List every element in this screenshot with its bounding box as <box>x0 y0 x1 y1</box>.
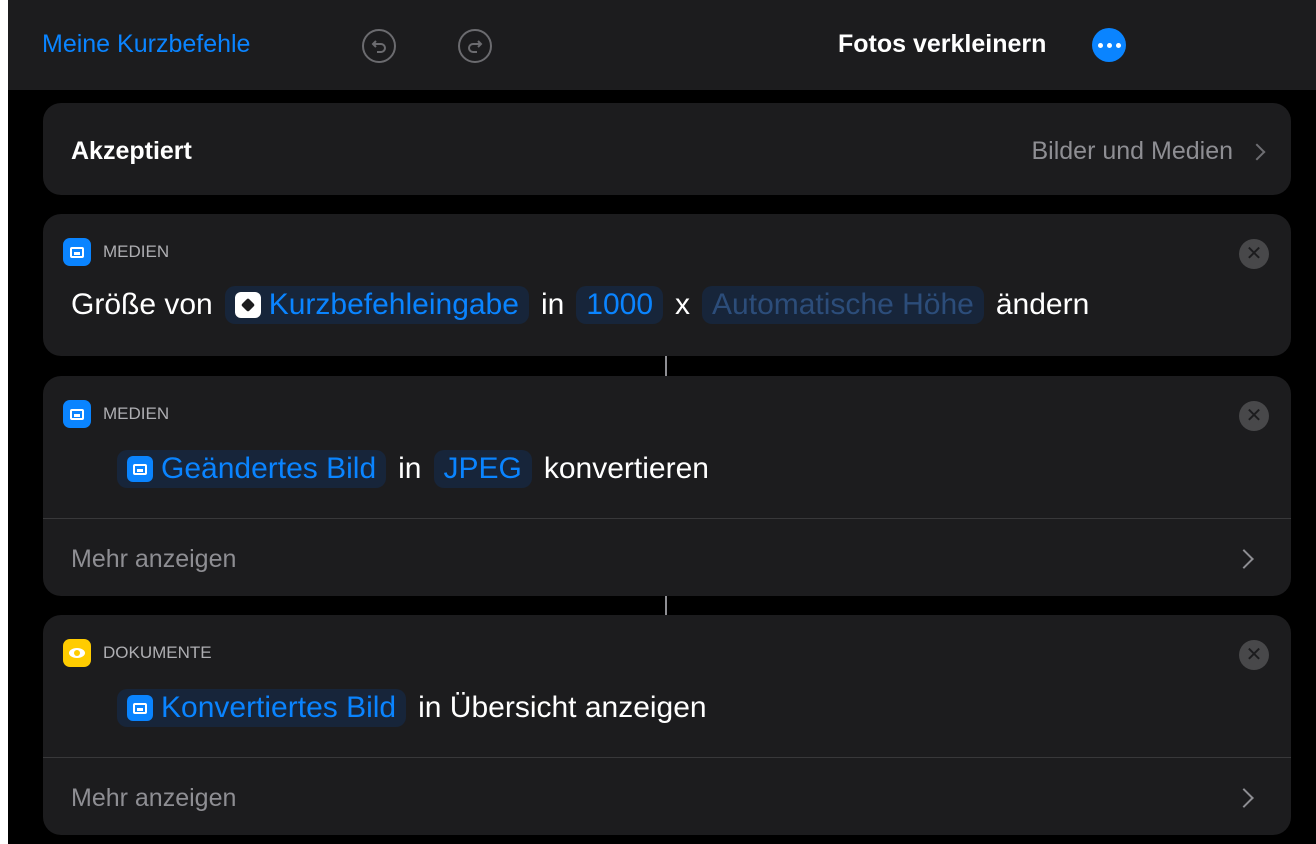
media-icon <box>63 238 91 266</box>
action-text: Größe von <box>71 288 213 321</box>
navigation-bar: Meine Kurzbefehle Fotos verkleinern <box>8 0 1316 90</box>
category-label: DOKUMENTE <box>103 643 212 662</box>
action-text: in <box>540 288 565 321</box>
action-category: MEDIEN <box>63 238 169 266</box>
variable-token-converted-image[interactable]: Konvertiertes Bild <box>117 689 407 727</box>
accepts-label: Akzeptiert <box>71 137 192 165</box>
back-button[interactable]: Meine Kurzbefehle <box>42 30 250 59</box>
eye-icon <box>63 639 91 667</box>
action-parameters: Geändertes Bild in JPEG konvertieren <box>117 450 709 488</box>
undo-icon[interactable] <box>362 29 396 63</box>
redo-icon[interactable] <box>458 29 492 63</box>
variable-token-label: Konvertiertes Bild <box>161 691 397 724</box>
action-card-convert: MEDIEN ✕ Geändertes Bild in JPEG konvert… <box>43 376 1291 596</box>
show-more-label: Mehr anzeigen <box>71 784 237 812</box>
image-icon <box>127 456 153 482</box>
format-parameter[interactable]: JPEG <box>433 450 532 488</box>
remove-action-icon[interactable]: ✕ <box>1239 239 1269 269</box>
action-text: ändern <box>995 288 1090 321</box>
action-parameters: Größe von Kurzbefehleingabe in 1000 x Au… <box>71 286 1089 324</box>
media-icon <box>63 400 91 428</box>
action-text: in Übersicht anzeigen <box>418 691 707 724</box>
remove-action-icon[interactable]: ✕ <box>1239 401 1269 431</box>
variable-token-shortcut-input[interactable]: Kurzbefehleingabe <box>224 286 529 324</box>
accepts-row[interactable]: Akzeptiert Bilder und Medien <box>43 103 1291 195</box>
shortcut-title[interactable]: Fotos verkleinern <box>838 30 1046 59</box>
screen-edge <box>0 0 8 844</box>
variable-token-label: Geändertes Bild <box>161 452 377 485</box>
action-parameters: Konvertiertes Bild in Übersicht anzeigen <box>117 689 707 727</box>
action-category: DOKUMENTE <box>63 639 212 667</box>
action-text: in <box>398 452 422 485</box>
ellipsis-icon[interactable] <box>1092 28 1126 62</box>
category-label: MEDIEN <box>103 404 170 423</box>
action-card-resize: MEDIEN ✕ Größe von Kurzbefehleingabe in … <box>43 214 1291 356</box>
variable-token-label: Kurzbefehleingabe <box>268 288 519 321</box>
chevron-right-icon <box>1234 549 1254 569</box>
action-connector <box>665 356 667 376</box>
show-more-label: Mehr anzeigen <box>71 545 237 573</box>
remove-action-icon[interactable]: ✕ <box>1239 640 1269 670</box>
chevron-right-icon <box>1248 143 1266 160</box>
variable-token-resized-image[interactable]: Geändertes Bild <box>117 450 387 488</box>
show-more-button[interactable]: Mehr anzeigen <box>43 758 1291 835</box>
category-label: MEDIEN <box>103 242 170 261</box>
action-text: x <box>675 288 691 321</box>
shortcut-layers-icon <box>234 292 261 318</box>
width-parameter[interactable]: 1000 <box>576 286 664 324</box>
action-category: MEDIEN <box>63 400 169 428</box>
action-text: konvertieren <box>543 452 709 485</box>
action-card-quicklook: DOKUMENTE ✕ Konvertiertes Bild in Übersi… <box>43 615 1291 835</box>
height-parameter[interactable]: Automatische Höhe <box>702 286 984 324</box>
accepts-value[interactable]: Bilder und Medien <box>1031 137 1266 166</box>
action-connector <box>665 596 667 615</box>
accepts-value-label: Bilder und Medien <box>1031 137 1233 165</box>
chevron-right-icon <box>1234 788 1254 808</box>
image-icon <box>127 695 153 721</box>
show-more-button[interactable]: Mehr anzeigen <box>43 519 1291 596</box>
